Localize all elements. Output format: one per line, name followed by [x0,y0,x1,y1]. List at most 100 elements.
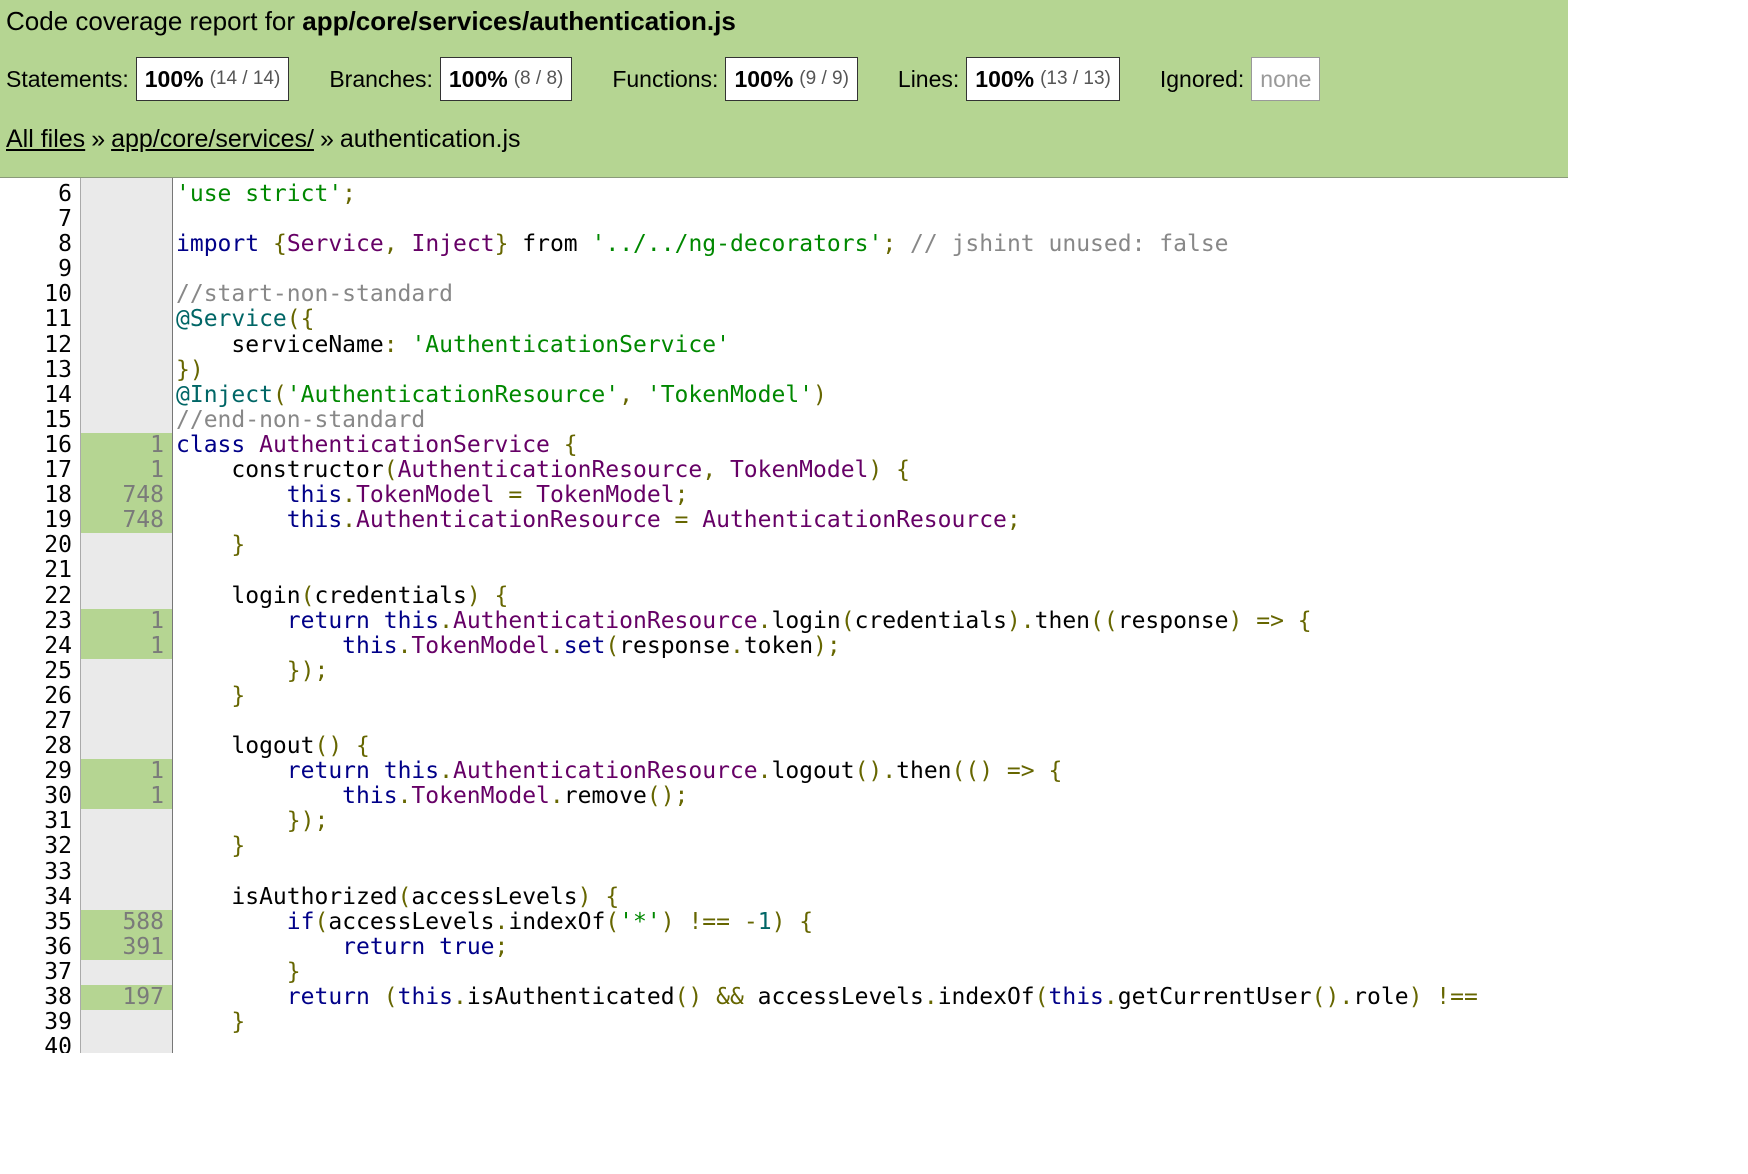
code-token: @Inject [176,381,273,408]
line-number: 22 [44,582,72,609]
hit-count [81,533,172,558]
code-text: } [176,533,245,558]
code-token: }) [176,356,204,383]
code-token: AuthenticationResource [452,758,758,785]
line-number: 11 [44,306,72,333]
coverage-stats: Statements: 100% (14 / 14) Branches: 100%… [6,56,1321,102]
report-header: Code coverage report for app/core/servic… [0,0,1568,178]
code-token: this [1048,984,1104,1010]
hit-count: 1 [81,457,172,484]
code-token: from [508,231,592,258]
line-number: 38 [44,984,72,1010]
title-prefix: Code coverage report for [6,6,303,36]
code-token: ( [272,381,287,408]
line-number: 23 [44,607,72,634]
code-token: }); [286,657,329,684]
code-token: ( [300,582,315,609]
code-line: 6 'use strict'; [0,181,1568,207]
code-token: 'use strict' [176,181,343,207]
code-token: ; [494,933,509,960]
code-token: . [757,758,772,785]
stat-value-box: 100% (9 / 9) [725,57,858,101]
line-number: 7 [58,206,72,233]
code-line: 17 1 constructor(AuthenticationResource, … [0,457,1568,484]
code-token: . [757,607,772,634]
hit-count: 748 [81,483,172,509]
breadcrumb-directory-link[interactable]: app/core/services/ [111,125,314,153]
hit-count [81,182,172,207]
code-line: 29 1 return this.AuthenticationResource.l… [0,758,1568,785]
stat-functions: Functions: 100% (9 / 9) [612,57,858,101]
code-line: 32 } [0,834,1568,859]
code-token: . [342,507,357,534]
line-number: 27 [44,707,72,734]
code-line: 8 import {Service, Inject} from '../../ng… [0,232,1568,257]
code-token: }); [286,808,329,835]
code-token: TokenModel [536,482,675,509]
stat-value-box: 100% (13 / 13) [966,57,1120,101]
code-text: this.TokenModel.remove(); [176,784,688,809]
code-line: 36 391 return true; [0,933,1568,960]
code-token: login [771,607,841,634]
code-line: 40 [0,1035,1568,1053]
code-token: login [176,582,301,609]
code-token: 'AuthenticationResource' [286,381,620,408]
code-token: constructor [176,457,384,484]
code-token: () [314,733,343,760]
code-token: indexOf [937,984,1035,1010]
code-token: ) [813,381,827,408]
code-token: this [286,507,343,534]
code-token: (). [854,758,897,785]
code-token: . [549,632,564,659]
hit-count: 1 [81,432,172,459]
stat-fraction: (13 / 13) [1040,68,1111,89]
stat-pct: 100% [975,65,1035,92]
code-token: !== [1436,984,1478,1010]
code-line: 11 @Service({ [0,307,1568,332]
code-token: true [439,933,495,960]
breadcrumb-all-files-link[interactable]: All files [6,125,85,153]
code-token: ) [660,908,675,935]
code-token: (); [646,783,689,810]
code-token: ( [840,607,855,634]
code-token: . [549,783,564,810]
code-token: ( [383,984,398,1010]
hit-count [81,383,172,408]
code-token: indexOf [508,908,606,935]
code-token: TokenModel [356,482,495,509]
code-token: ; [342,181,357,207]
code-token: { [896,457,910,484]
line-number: 28 [44,733,72,760]
code-token: } [231,532,246,559]
code-token: => [1256,607,1284,634]
code-token: ) [466,582,481,609]
code-token: AuthenticationResource [356,507,661,534]
code-text: return this.AuthenticationResource.login… [176,607,1312,634]
code-text: return this.AuthenticationResource.logou… [176,758,1063,785]
code-token: { [1048,758,1063,785]
code-token: = [674,507,689,534]
code-token: ) [1408,984,1423,1010]
code-token: . [923,984,938,1010]
code-text: this.TokenModel.set(response.token); [176,632,841,659]
hit-count [81,960,172,985]
code-token: //start-non-standard [176,281,453,308]
code-text: @Service({ [176,307,314,332]
code-token: . [397,632,412,659]
hit-count [81,257,172,282]
hit-count: 391 [81,934,172,960]
